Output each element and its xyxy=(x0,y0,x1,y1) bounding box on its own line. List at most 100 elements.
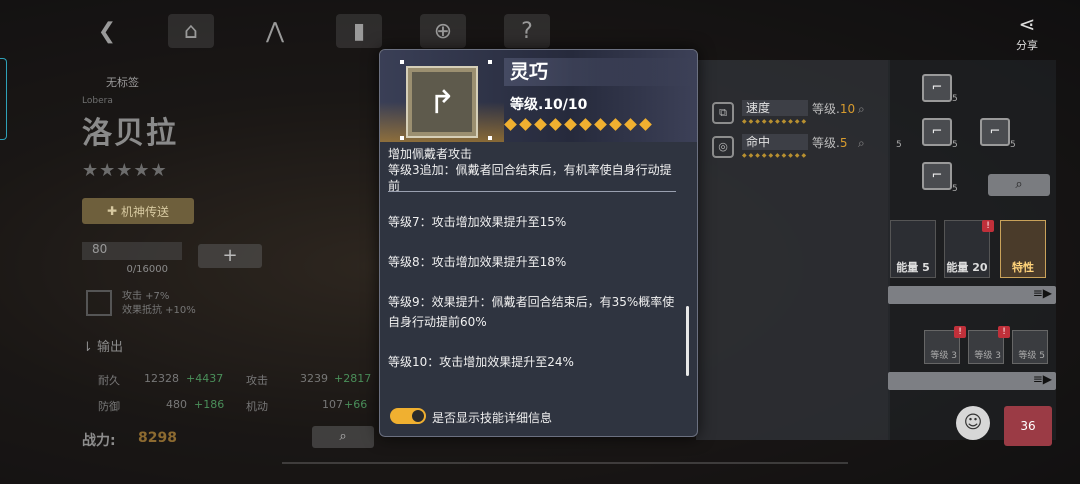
level-diamond xyxy=(564,118,577,131)
attribute-level-label: 等级. xyxy=(812,102,840,116)
stat-label: 耐久 xyxy=(98,374,120,387)
attribute-name: 命中 xyxy=(742,134,808,150)
stat-bonus: +4437 xyxy=(186,372,224,385)
character-name: 洛贝拉 xyxy=(82,116,178,151)
agility-arrow-icon: ↱ xyxy=(412,72,472,132)
level-effect: 等级10：攻击增加效果提升至24% xyxy=(388,355,574,369)
attribute-panel: ⧉ 速度 等级.10 ◆◆◆◆◆◆◆◆◆◆ ⌕ ◎ 命中 等级.5 ◆◆◆◆◆◆… xyxy=(696,60,890,440)
stat-value: 12328 xyxy=(144,372,179,385)
frame-corner xyxy=(488,136,492,140)
stat-bonus: +2817 xyxy=(334,372,372,385)
detail-toggle[interactable] xyxy=(390,408,426,424)
transfer-label: 机神传送 xyxy=(121,204,170,219)
zoom-icon[interactable]: ⌕ xyxy=(988,174,1050,196)
back-icon[interactable]: ❮ xyxy=(84,14,130,48)
top-navigation: ❮ ⌂ ⋀ ▮ ⊕ ? xyxy=(84,14,550,48)
bonus-line-2: 效果抵抗 +10% xyxy=(122,305,196,316)
skill-node[interactable]: ⌐ xyxy=(922,118,952,146)
stat-label: 防御 xyxy=(98,400,120,413)
level-effect: 等级7：攻击增加效果提升至15% xyxy=(388,215,567,229)
character-english-name: Lobera xyxy=(82,96,113,106)
level-diamond xyxy=(594,118,607,131)
stat-value: 107 xyxy=(322,398,343,411)
frame-corner xyxy=(488,60,492,64)
skill-detail-popup: ↱ 灵巧 等级.10/10 增加佩戴者攻击 等级3追加：佩戴者回合结束后，有机率… xyxy=(379,49,698,437)
card-label: 特性 xyxy=(1012,261,1034,274)
character-panel: 无标签 Lobera 洛贝拉 ★★★★★ ✚ 机神传送 80 0/16000 +… xyxy=(82,74,374,454)
expand-bar[interactable]: ≡▶ xyxy=(888,372,1056,390)
list-arrow-icon: ≡▶ xyxy=(1032,286,1052,300)
side-drawer-handle[interactable] xyxy=(0,58,7,140)
level-diamond xyxy=(624,118,637,131)
skill-level: 等级.10/10 xyxy=(510,97,588,113)
level-dots: ◆◆◆◆◆◆◆◆◆◆ xyxy=(742,152,809,159)
output-role: ⇂ 输出 xyxy=(82,340,124,355)
skill-tree-panel: ⌐ 5 ⌐ 5 5 ⌐ 5 ⌐ 5 ⌕ 能量 5 能量 20 ! 特性 ≡▶ 等… xyxy=(888,60,1056,440)
transfer-button[interactable]: ✚ 机神传送 xyxy=(82,198,194,224)
hanger-icon[interactable]: ⋀ xyxy=(252,14,298,48)
question-icon[interactable]: ? xyxy=(504,14,550,48)
magnify-icon[interactable]: ⌕ xyxy=(858,136,865,151)
stat-bonus: +186 xyxy=(194,398,225,411)
page-scroll-indicator xyxy=(282,462,848,464)
add-exp-button[interactable]: + xyxy=(198,244,262,268)
card-label: 能量 20 xyxy=(946,261,988,274)
card-label: 能量 5 xyxy=(896,261,930,274)
skill-description: 增加佩戴者攻击 等级3追加：佩戴者回合结束后，有机率使自身行动提前 xyxy=(388,146,678,194)
attribute-row[interactable]: ◎ 命中 等级.5 ◆◆◆◆◆◆◆◆◆◆ ⌕ xyxy=(712,134,882,160)
description-line-1: 增加佩戴者攻击 xyxy=(388,147,473,161)
share-button[interactable]: ⋖ 分享 xyxy=(1016,14,1038,53)
share-label: 分享 xyxy=(1016,39,1038,52)
skill-node[interactable]: ⌐ xyxy=(980,118,1010,146)
skill-node[interactable]: ⌐ xyxy=(922,162,952,190)
level-dots: ◆◆◆◆◆◆◆◆◆◆ xyxy=(742,118,809,125)
description-line-2: 等级3追加：佩戴者回合结束后，有机率使自身行动提前 xyxy=(388,163,672,193)
toggle-knob xyxy=(412,410,424,422)
skill-icon: ↱ xyxy=(406,66,478,138)
star-rating: ★★★★★ xyxy=(82,160,168,181)
node-level: 5 xyxy=(896,140,902,150)
skill-node[interactable]: ⌐ xyxy=(922,74,952,102)
attribute-level-label: 等级. xyxy=(812,136,840,150)
stat-row: 防御 480 +186 机动 107 +66 xyxy=(82,398,372,414)
attribute-level: 等级.10 xyxy=(812,100,855,117)
level-box: 80 xyxy=(82,242,182,260)
trait-card[interactable]: 特性 xyxy=(1000,220,1046,278)
gamepad-icon[interactable]: ⊕ xyxy=(420,14,466,48)
attribute-icon: ⧉ xyxy=(712,102,734,124)
book-icon[interactable]: ▮ xyxy=(336,14,382,48)
share-icon: ⋖ xyxy=(1018,12,1036,36)
stat-value: 3239 xyxy=(300,372,328,385)
attribute-level-value: 5 xyxy=(839,136,848,150)
skill-card[interactable]: 能量 5 xyxy=(890,220,936,278)
magnify-icon[interactable]: ⌕ xyxy=(858,102,865,117)
zoom-icon[interactable]: ⌕ xyxy=(312,426,374,448)
frame-corner xyxy=(400,60,404,64)
level-diamond xyxy=(519,118,532,131)
toggle-label: 是否显示技能详细信息 xyxy=(432,411,553,425)
node-level: 5 xyxy=(952,94,958,104)
attribute-name: 速度 xyxy=(742,100,808,116)
slot-level: 等级 5 xyxy=(1018,351,1045,361)
emoji-icon[interactable]: ☺ xyxy=(956,406,990,440)
stat-value: 480 xyxy=(166,398,187,411)
attribute-level: 等级.5 xyxy=(812,134,847,151)
node-level: 5 xyxy=(952,184,958,194)
grid-icon xyxy=(86,290,112,316)
expand-bar[interactable]: ≡▶ xyxy=(888,286,1056,304)
stat-label: 攻击 xyxy=(246,374,268,387)
level-diamond xyxy=(579,118,592,131)
equipment-slot[interactable]: 等级 5 xyxy=(1012,330,1048,364)
stat-label: 机动 xyxy=(246,400,268,413)
frame-corner xyxy=(400,136,404,140)
power-value: 8298 xyxy=(138,430,177,446)
level-diamond xyxy=(609,118,622,131)
node-level: 5 xyxy=(952,140,958,150)
heart-button[interactable]: 36 xyxy=(1004,406,1052,446)
home-icon[interactable]: ⌂ xyxy=(168,14,214,48)
level-diamonds xyxy=(504,118,652,131)
attribute-row[interactable]: ⧉ 速度 等级.10 ◆◆◆◆◆◆◆◆◆◆ ⌕ xyxy=(712,100,882,126)
popup-scrollbar[interactable] xyxy=(686,306,689,376)
level-diamond xyxy=(534,118,547,131)
bonus-line-1: 攻击 +7% xyxy=(122,291,170,302)
